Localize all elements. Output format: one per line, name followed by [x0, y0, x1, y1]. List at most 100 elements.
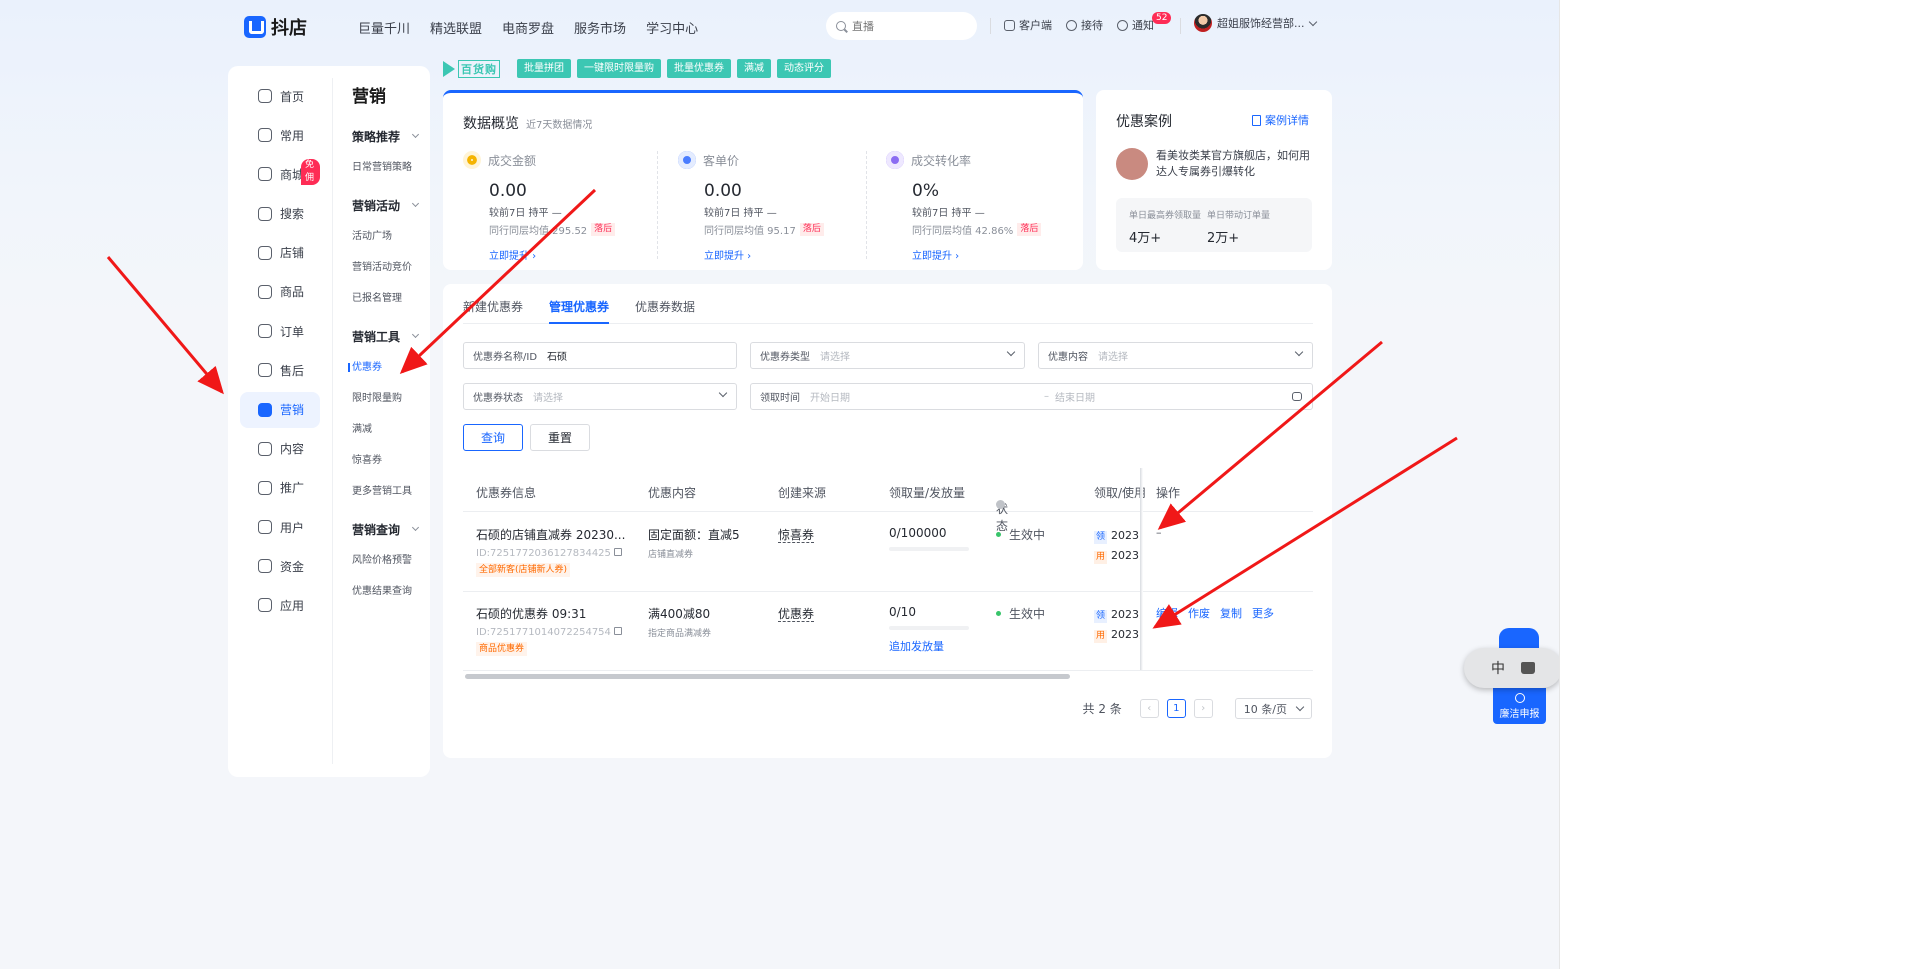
chip-batch-coupon[interactable]: 批量优惠券	[667, 59, 731, 78]
reset-button[interactable]: 重置	[530, 424, 590, 451]
improve-link[interactable]: 立即提升 ›	[912, 247, 1076, 262]
edit-link[interactable]: 编辑	[1156, 605, 1178, 621]
service-label: 接待	[1081, 19, 1103, 32]
sidebar-item-shop[interactable]: 店铺	[240, 235, 320, 271]
sidebar-item-common[interactable]: 常用	[240, 117, 320, 153]
improve-link[interactable]: 立即提升 ›	[489, 247, 653, 262]
brand-logo[interactable]: 抖店	[244, 14, 307, 40]
subnav-group-strategy[interactable]: 策略推荐	[352, 127, 420, 145]
subnav-item-surprise-coupon[interactable]: 惊喜券	[352, 452, 432, 483]
nav-link-market[interactable]: 服务市场	[574, 18, 626, 37]
column-header: 领取/使用	[1094, 486, 1147, 500]
subnav-item-daily-strategy[interactable]: 日常营销策略	[352, 159, 432, 190]
nav-link-learning[interactable]: 学习中心	[646, 18, 698, 37]
subnav-item-activity-bidding[interactable]: 营销活动竞价	[352, 259, 432, 290]
coupon-name-value[interactable]: 石硕	[547, 348, 567, 363]
sidebar-item-aftersale[interactable]: 售后	[240, 352, 320, 388]
claim-time-range[interactable]: 领取时间 开始日期 – 结束日期	[750, 383, 1313, 410]
subnav-item-more-tools[interactable]: 更多营销工具	[352, 483, 432, 514]
page-number[interactable]: 1	[1166, 699, 1186, 718]
coupon-content-select[interactable]: 优惠内容 请选择	[1038, 342, 1313, 369]
sidebar-item-orders[interactable]: 订单	[240, 313, 320, 349]
subnav-item-result-query[interactable]: 优惠结果查询	[352, 583, 432, 614]
coupon-name[interactable]: 石硕的优惠券 09:31	[476, 605, 622, 622]
sidebar-item-promote[interactable]: 推广	[240, 470, 320, 506]
coupon-status-select[interactable]: 优惠券状态 请选择	[463, 383, 737, 410]
next-page-button[interactable]: ›	[1193, 699, 1213, 718]
subnav-item-flash-sale[interactable]: 限时限量购	[352, 390, 432, 421]
ime-mode-label[interactable]: 中	[1491, 658, 1505, 678]
sidebar-item-mall[interactable]: 商城 免佣	[240, 156, 320, 192]
coupon-tabs: 新建优惠券 管理优惠券 优惠券数据	[463, 284, 1313, 324]
subnav-group-tools[interactable]: 营销工具	[352, 327, 420, 345]
query-button[interactable]: 查询	[463, 424, 523, 451]
case-detail-link[interactable]: 案例详情	[1252, 112, 1309, 128]
sidebar-item-funds[interactable]: 资金	[240, 548, 320, 584]
client-button[interactable]: 客户端	[1004, 17, 1052, 33]
audience-tag: 全部新客(店铺新人券)	[476, 563, 571, 577]
case-stat: 单日最高券领取量 4万+	[1129, 208, 1201, 252]
subnav-item-registered[interactable]: 已报名管理	[352, 290, 432, 321]
field-label: 优惠内容	[1048, 352, 1088, 363]
chip-flash-sale[interactable]: 一键限时限量购	[577, 59, 661, 78]
void-link[interactable]: 作废	[1188, 605, 1210, 621]
sidebar-item-content[interactable]: 内容	[240, 431, 320, 467]
end-date-input[interactable]: 结束日期	[1055, 389, 1095, 404]
table-horizontal-scrollbar[interactable]	[465, 674, 1070, 679]
nav-link-qianchuan[interactable]: 巨量千川	[358, 18, 410, 37]
subnav-item-activity-square[interactable]: 活动广场	[352, 228, 432, 259]
table-row: 石硕的店铺直减券 20230... ID:7251772036127834425…	[463, 513, 1313, 592]
sidebar-item-users[interactable]: 用户	[240, 509, 320, 545]
user-menu[interactable]: 超姐服饰经营部...	[1194, 14, 1317, 32]
prev-page-button[interactable]: ‹	[1139, 699, 1159, 718]
aftersale-icon	[258, 363, 272, 378]
improve-link[interactable]: 立即提升 ›	[704, 247, 868, 262]
chip-batch-group[interactable]: 批量拼团	[517, 59, 571, 78]
subnav-group-activities[interactable]: 营销活动	[352, 196, 420, 214]
sidebar-item-home[interactable]: 首页	[240, 78, 320, 114]
metric-label: 成交转化率	[911, 153, 972, 168]
coupon-name[interactable]: 石硕的店铺直减券 20230...	[476, 526, 625, 543]
sidebar-item-apps[interactable]: 应用	[240, 587, 320, 623]
more-link[interactable]: 更多	[1252, 605, 1274, 621]
add-quantity-link[interactable]: 追加发放量	[889, 638, 969, 654]
metric-compare: 较前7日 持平 —	[912, 208, 985, 219]
subnav-item-full-reduction[interactable]: 满减	[352, 421, 432, 452]
integrity-report-button[interactable]: 廉洁申报	[1493, 688, 1546, 724]
help-icon[interactable]	[996, 500, 1005, 509]
notify-count-badge: 52	[1152, 12, 1172, 24]
notify-button[interactable]: 通知 52	[1117, 12, 1172, 33]
service-button[interactable]: 接待	[1066, 17, 1103, 33]
metric-conversion: 成交转化率 0% 较前7日 持平 — 同行同层均值 42.86% 落后 立即提升 …	[886, 151, 1076, 262]
copy-icon[interactable]	[614, 548, 623, 556]
subnav-group-query[interactable]: 营销查询	[352, 520, 420, 538]
sidebar-item-search[interactable]: 搜索	[240, 196, 320, 232]
page-size-select[interactable]: 10 条/页	[1234, 698, 1312, 719]
chip-full-reduction[interactable]: 满减	[737, 59, 771, 78]
nav-link-compass[interactable]: 电商罗盘	[502, 18, 554, 37]
start-date-input[interactable]: 开始日期	[810, 389, 1044, 404]
coupon-name-field[interactable]: 优惠券名称/ID 石硕	[463, 342, 737, 369]
use-tag: 用	[1094, 551, 1108, 564]
copy-icon[interactable]	[614, 627, 623, 635]
table-header: 优惠券信息 优惠内容 创建来源 领取量/发放量 状态 领取/使用 操作	[463, 468, 1313, 533]
coupon-quantity: 0/100000	[889, 526, 947, 540]
global-search[interactable]	[826, 12, 977, 40]
copy-link[interactable]: 复制	[1220, 605, 1242, 621]
tab-create-coupon[interactable]: 新建优惠券	[463, 284, 523, 323]
global-search-input[interactable]	[852, 19, 962, 33]
sidebar-item-goods[interactable]: 商品	[240, 274, 320, 310]
status-dot	[996, 611, 1001, 616]
sidebar-item-marketing[interactable]: 营销	[240, 391, 320, 428]
tab-manage-coupon[interactable]: 管理优惠券	[549, 284, 610, 324]
tab-coupon-data[interactable]: 优惠券数据	[635, 284, 695, 323]
case-item[interactable]: 看美妆类某官方旗舰店，如何用达人专属券引爆转化	[1116, 148, 1312, 180]
subnav-item-price-warning[interactable]: 风险价格预警	[352, 552, 432, 583]
nav-link-alliance[interactable]: 精选联盟	[430, 18, 482, 37]
chip-rating[interactable]: 动态评分	[777, 59, 831, 78]
table-row: 石硕的优惠券 09:31 ID:7251771014072254754 商品优惠…	[463, 592, 1313, 671]
shirt-icon[interactable]	[1521, 662, 1535, 674]
ime-toolbar[interactable]: 中	[1464, 648, 1560, 688]
subnav-item-coupon[interactable]: 优惠券	[348, 359, 432, 390]
coupon-type-select[interactable]: 优惠券类型 请选择	[750, 342, 1025, 369]
